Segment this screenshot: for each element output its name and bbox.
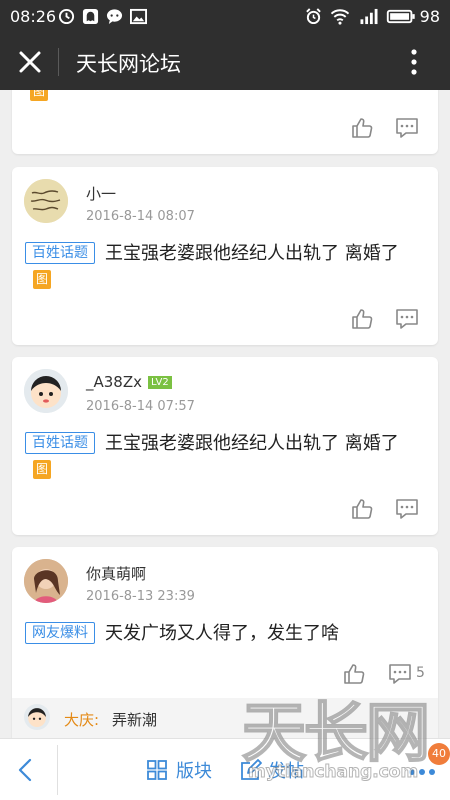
- author-name[interactable]: 你真萌啊: [86, 563, 146, 584]
- post-date: 2016-8-13 23:39: [86, 589, 195, 604]
- author-name[interactable]: 小一: [86, 183, 116, 204]
- post-card[interactable]: _A38Zx LV2 2016-8-14 07:57 百姓话题 王宝强老婆跟他经纪人…: [12, 357, 438, 535]
- page-title: 天长网论坛: [76, 52, 181, 76]
- more-menu-icon[interactable]: [408, 768, 436, 776]
- like-icon[interactable]: [350, 116, 374, 140]
- like-icon[interactable]: [350, 497, 374, 521]
- like-icon[interactable]: [350, 307, 374, 331]
- battery-percent: 98: [419, 7, 440, 26]
- avatar-cartoon-image: [24, 704, 50, 730]
- status-bar: 08:26 98: [0, 0, 450, 34]
- avatar[interactable]: [24, 179, 68, 223]
- reply-preview[interactable]: 大庆: 弄新潮: [12, 698, 438, 738]
- ghost-app-icon: [82, 8, 99, 25]
- post-card[interactable]: 图: [12, 90, 438, 154]
- category-tag[interactable]: 百姓话题: [25, 432, 95, 454]
- close-icon[interactable]: [17, 49, 43, 75]
- post-content[interactable]: 百姓话题 王宝强老婆跟他经纪人出轨了 离婚了图: [25, 431, 424, 483]
- toolbar-divider: [57, 745, 58, 795]
- clock-icon: [58, 8, 75, 25]
- like-icon[interactable]: [342, 662, 366, 686]
- sections-button[interactable]: 版块: [176, 757, 212, 783]
- avatar[interactable]: [24, 369, 68, 413]
- category-tag[interactable]: 百姓话题: [25, 242, 95, 264]
- comment-icon[interactable]: [395, 498, 419, 520]
- category-tag[interactable]: 网友爆料: [25, 622, 95, 644]
- comment-icon[interactable]: [388, 663, 412, 685]
- compose-icon[interactable]: [240, 759, 262, 781]
- chat-app-icon: [106, 9, 123, 25]
- battery-icon: [386, 9, 415, 24]
- reply-text: 弄新潮: [112, 711, 158, 729]
- notification-badge: 40: [428, 743, 450, 765]
- post-date: 2016-8-14 08:07: [86, 209, 195, 224]
- image-badge: 图: [33, 270, 52, 289]
- post-feed[interactable]: 图 小一 2016-8-14 08:07 百姓话题 王宝强老婆跟他经纪人出轨了 离…: [0, 90, 450, 738]
- nav-bar: 天长网论坛: [0, 34, 450, 90]
- comment-icon[interactable]: [395, 308, 419, 330]
- post-content[interactable]: 百姓话题 王宝强老婆跟他经纪人出轨了 离婚了图: [25, 241, 424, 293]
- image-icon: [130, 8, 147, 25]
- more-options-icon[interactable]: [402, 48, 426, 76]
- avatar[interactable]: [24, 704, 50, 730]
- comment-icon[interactable]: [395, 117, 419, 139]
- image-badge: 图: [33, 460, 52, 479]
- nav-divider: [58, 48, 59, 76]
- avatar[interactable]: [24, 559, 68, 603]
- back-arrow-icon[interactable]: [14, 757, 38, 783]
- post-title[interactable]: 王宝强老婆跟他经纪人出轨了 离婚了: [105, 433, 399, 454]
- status-time: 08:26: [10, 7, 57, 26]
- post-card[interactable]: 小一 2016-8-14 08:07 百姓话题 王宝强老婆跟他经纪人出轨了 离婚了…: [12, 167, 438, 345]
- comment-count: 5: [416, 665, 425, 681]
- grid-icon[interactable]: [146, 759, 168, 781]
- avatar-cartoon-image: [24, 369, 68, 413]
- alarm-icon: [306, 8, 321, 25]
- avatar-handwriting-image: [24, 179, 68, 223]
- level-badge: LV2: [148, 376, 172, 389]
- post-content[interactable]: 网友爆料 天发广场又人得了，发生了啥: [25, 621, 424, 647]
- author-name[interactable]: _A38Zx LV2: [86, 373, 172, 391]
- signal-icon: [360, 8, 378, 25]
- reply-author[interactable]: 大庆:: [64, 709, 99, 730]
- post-title[interactable]: 天发广场又人得了，发生了啥: [105, 623, 339, 644]
- post-date: 2016-8-14 07:57: [86, 399, 195, 414]
- wifi-icon: [330, 9, 350, 25]
- bottom-toolbar: 版块 发帖 40: [0, 738, 450, 800]
- avatar-photo-image: [24, 559, 68, 603]
- post-title[interactable]: 王宝强老婆跟他经纪人出轨了 离婚了: [105, 243, 399, 264]
- new-post-button[interactable]: 发帖: [268, 757, 304, 783]
- image-badge: 图: [30, 90, 49, 101]
